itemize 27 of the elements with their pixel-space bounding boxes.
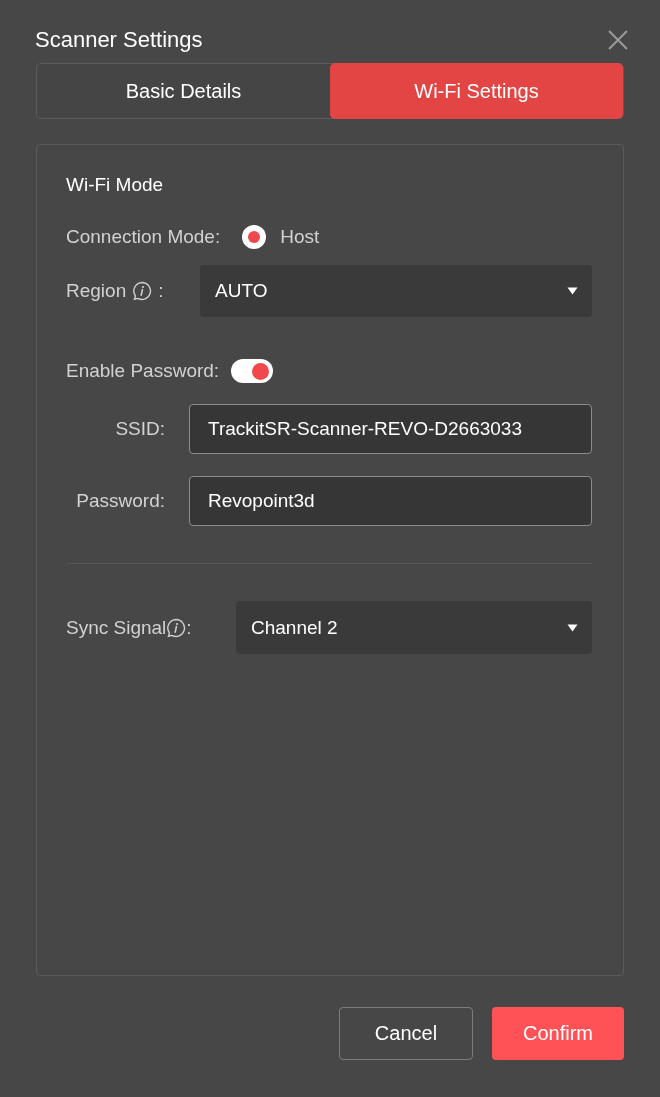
enable-password-label: Enable Password: — [66, 359, 220, 383]
cancel-button[interactable]: Cancel — [339, 1007, 473, 1060]
region-label: Region — [66, 279, 127, 303]
password-input[interactable]: Revopoint3d — [189, 476, 592, 526]
region-select[interactable]: AUTO — [200, 265, 592, 317]
info-icon[interactable] — [132, 281, 153, 301]
toggle-switch[interactable] — [231, 359, 274, 383]
radio-label[interactable]: Host — [280, 225, 320, 249]
label-colon: : — [158, 279, 164, 303]
tab[interactable]: Basic Details — [37, 63, 330, 119]
ssid-input[interactable]: TrackitSR-Scanner-REVO-D2663033 — [189, 404, 592, 454]
ssid-label: SSID: — [114, 417, 165, 441]
sync-signal-label: Sync Signal — [66, 615, 167, 640]
select-value: AUTO — [215, 279, 268, 303]
password-label: Password: — [75, 489, 165, 513]
sync-signal-select[interactable]: Channel 2 — [236, 601, 592, 654]
select-value: Channel 2 — [251, 615, 338, 640]
caret-icon — [567, 287, 578, 295]
tab[interactable]: Wi-Fi Settings — [330, 63, 623, 119]
caret-icon — [567, 623, 578, 632]
section-heading: Wi-Fi Mode — [66, 173, 164, 197]
connection-mode-label: Connection Mode: — [66, 225, 221, 249]
radio-button[interactable] — [242, 225, 267, 249]
dialog-title: Scanner Settings — [35, 26, 203, 54]
label-colon: : — [186, 615, 192, 640]
info-icon[interactable] — [166, 617, 187, 638]
close-button[interactable] — [607, 29, 629, 51]
